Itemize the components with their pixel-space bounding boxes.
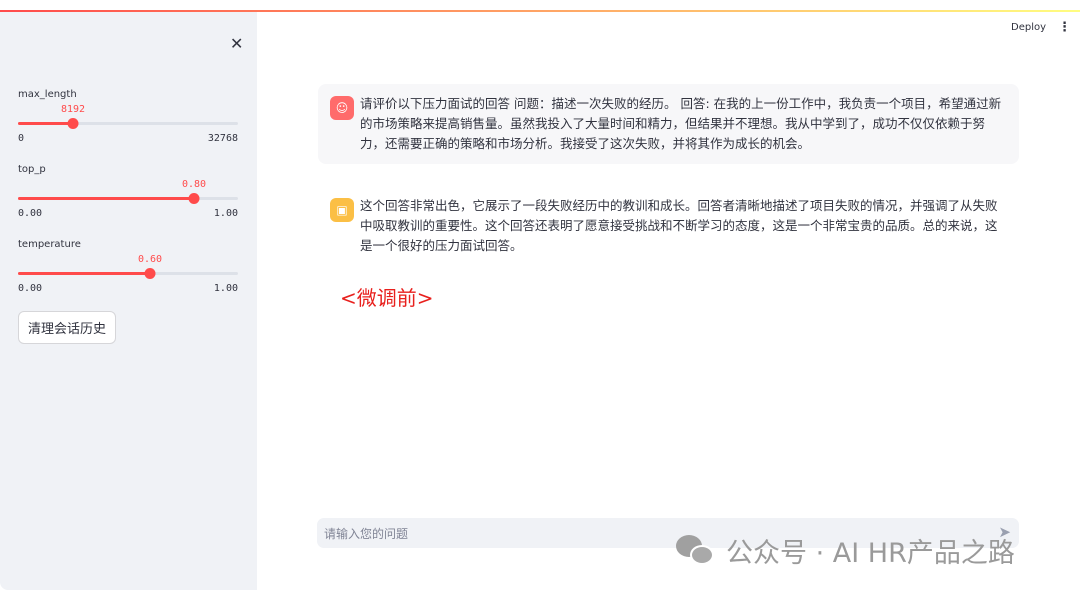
message-text: 这个回答非常出色，它展示了一段失败经历中的教训和成长。回答者清晰地描述了项目失败… [360, 198, 998, 253]
slider-thumb[interactable] [188, 193, 200, 204]
watermark: 公众号 · AI HR产品之路 [676, 531, 1015, 570]
slider-top-p[interactable]: top_p 0.80 0.00 1.00 [18, 164, 238, 219]
slider-fill [18, 197, 194, 200]
wechat-icon [676, 534, 718, 567]
slider-max-length[interactable]: max_length 8192 0 32768 [18, 89, 238, 144]
slider-thumb[interactable] [67, 118, 79, 129]
deploy-button[interactable]: Deploy [1011, 22, 1046, 33]
slider-value: 8192 [60, 104, 86, 115]
message-text: 请评价以下压力面试的回答 问题：描述一次失败的经历。 回答: 在我的上一份工作中… [360, 96, 1002, 151]
slider-fill [18, 272, 150, 275]
slider-max: 32768 [207, 133, 238, 144]
close-sidebar-icon[interactable]: ✕ [230, 34, 243, 53]
slider-min: 0 [18, 133, 25, 144]
slider-min: 0.00 [18, 208, 43, 219]
clear-history-button[interactable]: 清理会话历史 [18, 311, 117, 344]
more-menu-icon[interactable]: ⋮ [1058, 20, 1071, 35]
slider-label: top_p [18, 164, 46, 175]
slider-value: 0.60 [137, 254, 163, 265]
slider-thumb[interactable] [144, 268, 156, 279]
sidebar: ✕ max_length 8192 0 32768 top_p 0.80 0.00… [0, 12, 257, 590]
chat-input-placeholder: 请输入您的问题 [324, 527, 409, 541]
chat-message-user: ☺ 请评价以下压力面试的回答 问题：描述一次失败的经历。 回答: 在我的上一份工… [318, 84, 1019, 164]
slider-min: 0.00 [18, 283, 43, 294]
slider-label: max_length [18, 89, 77, 100]
slider-fill [18, 122, 73, 125]
user-avatar-icon: ☺ [330, 96, 354, 120]
slider-track[interactable] [18, 193, 238, 204]
slider-value: 0.80 [181, 179, 207, 190]
slider-track[interactable] [18, 268, 238, 279]
slider-label: temperature [18, 239, 81, 250]
watermark-text: 公众号 · AI HR产品之路 [726, 538, 1015, 569]
slider-track[interactable] [18, 118, 238, 129]
annotation-label: <微调前> [340, 286, 434, 310]
slider-max: 1.00 [213, 283, 238, 294]
bot-avatar-icon: ▣ [330, 198, 354, 222]
slider-temperature[interactable]: temperature 0.60 0.00 1.00 [18, 239, 238, 294]
chat-message-assistant: ▣ 这个回答非常出色，它展示了一段失败经历中的教训和成长。回答者清晰地描述了项目… [318, 186, 1019, 266]
slider-max: 1.00 [213, 208, 238, 219]
